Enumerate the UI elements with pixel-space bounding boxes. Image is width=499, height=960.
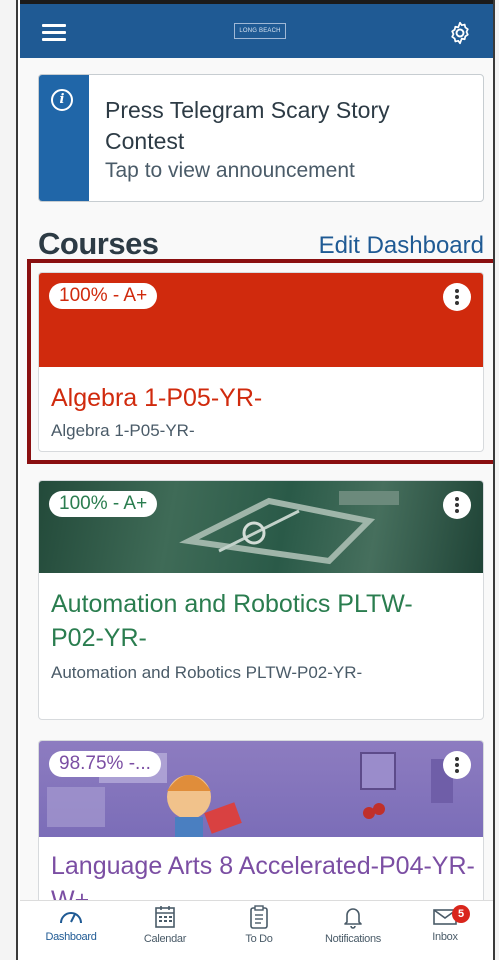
gear-icon[interactable] xyxy=(447,20,473,46)
tab-label: Notifications xyxy=(324,933,381,945)
course-card-algebra[interactable]: 100% - A+ Algebra 1-P05-YR- Algebra 1-P0… xyxy=(38,272,484,452)
tab-inbox[interactable]: 5 Inbox xyxy=(398,905,492,959)
course-card-language-arts[interactable]: 98.75% -... Language Arts 8 Accelerated-… xyxy=(38,740,484,910)
more-options-icon[interactable] xyxy=(443,491,471,519)
grade-badge: 100% - A+ xyxy=(49,491,158,517)
courses-heading: Courses xyxy=(38,226,159,261)
todo-icon xyxy=(250,905,268,929)
course-title: Automation and Robotics PLTW-P02-YR- xyxy=(51,590,413,652)
course-subtitle: Automation and Robotics PLTW-P02-YR- xyxy=(51,663,363,682)
grade-badge: 100% - A+ xyxy=(49,283,158,309)
bottom-tab-bar: Dashboard Calendar To Do Notifications 5… xyxy=(20,900,493,960)
dashboard-icon xyxy=(60,912,82,924)
announcement-card[interactable]: i Press Telegram Scary Story Contest Tap… xyxy=(38,74,484,202)
tab-todo[interactable]: To Do xyxy=(212,905,306,959)
calendar-icon xyxy=(155,906,175,928)
tab-calendar[interactable]: Calendar xyxy=(118,905,212,959)
tab-label: To Do xyxy=(245,933,273,945)
menu-icon[interactable] xyxy=(42,24,66,42)
tab-dashboard[interactable]: Dashboard xyxy=(24,905,118,959)
tab-label: Dashboard xyxy=(45,931,97,943)
announcement-stripe: i xyxy=(39,75,89,201)
course-title: Algebra 1-P05-YR- xyxy=(51,384,263,412)
announcement-title: Press Telegram Scary Story Contest xyxy=(105,97,390,154)
bell-icon xyxy=(344,908,362,929)
course-subtitle: Algebra 1-P05-YR- xyxy=(51,421,195,440)
unread-badge: 5 xyxy=(452,905,470,923)
course-card-robotics[interactable]: 100% - A+ Automation and Robotics PLTW-P… xyxy=(38,480,484,720)
tab-label: Inbox xyxy=(432,931,458,943)
grade-badge: 98.75% -... xyxy=(49,751,161,777)
more-options-icon[interactable] xyxy=(443,283,471,311)
announcement-subtitle: Tap to view announcement xyxy=(105,159,355,182)
courses-header: Courses Edit Dashboard xyxy=(38,226,484,266)
info-icon: i xyxy=(51,89,73,111)
app-screen: LONG BEACH i Press Telegram Scary Story … xyxy=(20,0,493,960)
more-options-icon[interactable] xyxy=(443,751,471,779)
device-frame-left xyxy=(0,0,18,960)
device-frame-right xyxy=(493,0,499,960)
top-app-bar: LONG BEACH xyxy=(20,0,493,58)
tab-notifications[interactable]: Notifications xyxy=(306,905,400,959)
school-logo: LONG BEACH xyxy=(234,23,286,39)
tab-label: Calendar xyxy=(143,933,187,945)
edit-dashboard-link[interactable]: Edit Dashboard xyxy=(319,232,484,260)
